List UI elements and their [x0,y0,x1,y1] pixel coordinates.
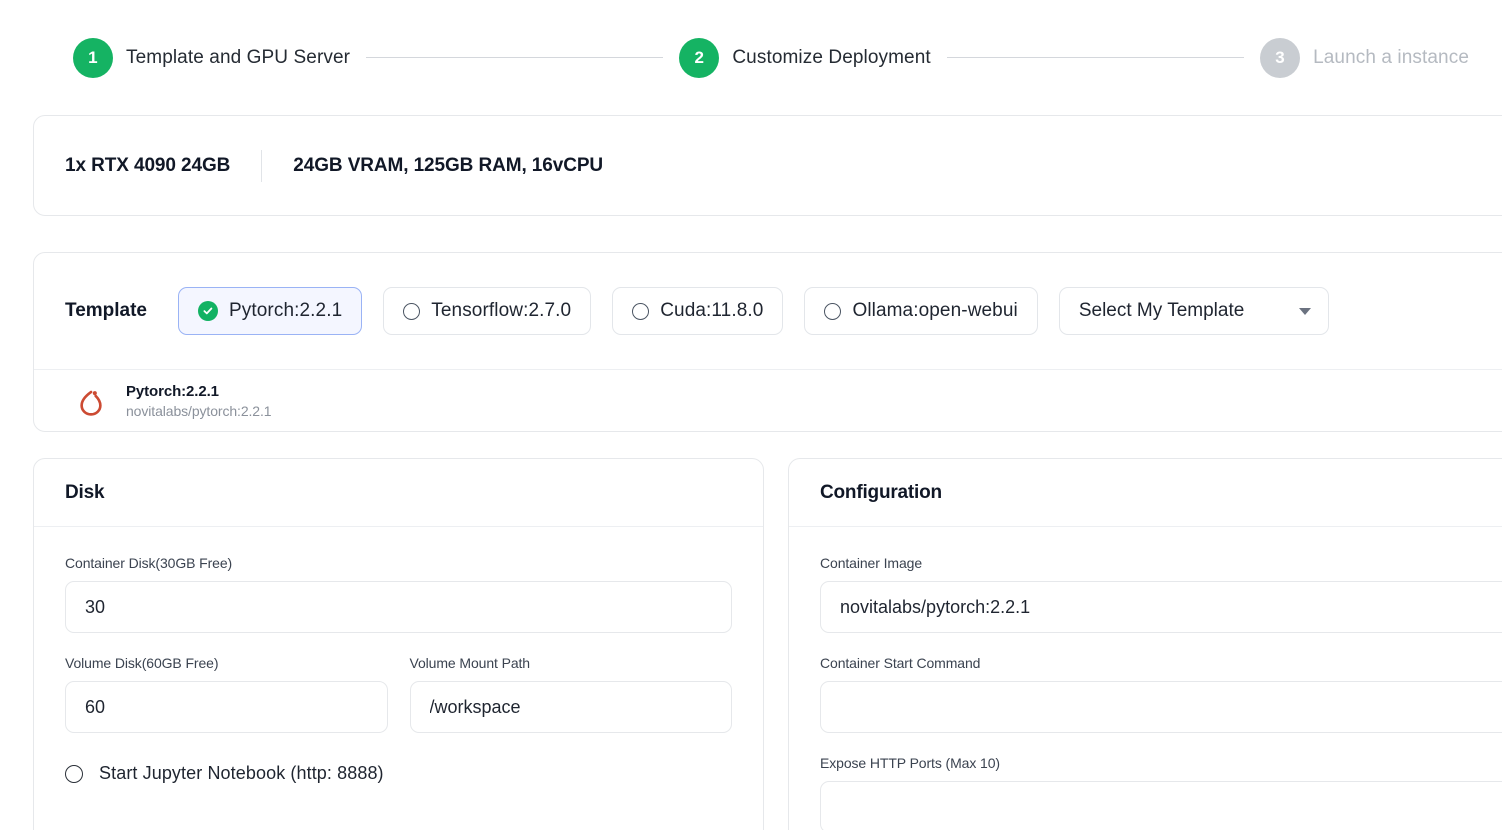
template-option-ollama-label: Ollama:open-webui [852,300,1018,321]
template-option-pytorch[interactable]: Pytorch:2.2.1 [178,287,363,335]
expose-http-ports-input[interactable] [820,781,1502,830]
container-start-command-input[interactable] [820,681,1502,733]
template-option-ollama[interactable]: Ollama:open-webui [804,287,1038,335]
deployment-wizard-page: 1 Template and GPU Server 2 Customize De… [0,0,1502,830]
configuration-panel-header: Configuration [789,459,1502,527]
volume-mount-path-input[interactable] [409,681,732,733]
volume-disk-label: Volume Disk(60GB Free) [65,655,219,671]
container-disk-input[interactable] [65,581,732,633]
step-3-label: Launch a instance [1313,46,1469,68]
container-disk-field: Container Disk(30GB Free) [65,555,732,633]
configuration-panel-body: Container Image Container Start Command … [789,527,1502,830]
disk-panel-header: Disk [34,459,763,527]
volume-mount-path-label: Volume Mount Path [409,655,531,671]
start-jupyter-notebook-label: Start Jupyter Notebook (http: 8888) [99,763,384,783]
radio-unselected-icon [632,302,650,320]
radio-unselected-icon [403,302,421,320]
step-1-badge: 1 [73,37,113,78]
step-connector-2 [946,57,1245,58]
template-section-label: Template [65,300,148,321]
template-option-cuda-label: Cuda:11.8.0 [660,300,764,321]
container-image-label: Container Image [820,555,923,571]
template-option-pytorch-label: Pytorch:2.2.1 [229,300,343,321]
step-1-template-and-gpu-server[interactable]: 1 Template and GPU Server [73,37,351,78]
disk-panel: Disk Container Disk(30GB Free) Volume Di… [33,458,764,830]
step-2-badge: 2 [679,37,720,78]
volume-fields-row: Volume Disk(60GB Free) Volume Mount Path [65,655,732,755]
step-2-customize-deployment[interactable]: 2 Customize Deployment [679,37,931,78]
select-my-template-dropdown[interactable]: Select My Template [1058,287,1329,335]
container-start-command-field: Container Start Command [820,655,1502,733]
template-detail-row: Pytorch:2.2.1 novitalabs/pytorch:2.2.1 [34,369,1502,431]
disk-panel-body: Container Disk(30GB Free) Volume Disk(60… [34,527,763,784]
template-card: Template Pytorch:2.2.1 Tensorflow:2.7.0 … [33,252,1502,432]
volume-mount-path-field: Volume Mount Path [409,655,732,733]
select-my-template-label: Select My Template [1078,300,1245,321]
radio-unselected-icon [65,764,83,783]
chevron-down-icon [1298,307,1311,315]
container-image-field: Container Image [820,555,1502,633]
wizard-stepper: 1 Template and GPU Server 2 Customize De… [0,0,1502,115]
step-1-label: Template and GPU Server [126,46,351,68]
configuration-panel: Configuration Container Image Container … [788,458,1502,830]
gpu-divider [261,149,263,182]
step-3-launch-a-instance[interactable]: 3 Launch a instance [1260,37,1469,78]
container-start-command-label: Container Start Command [820,655,981,671]
gpu-specs: 24GB VRAM, 125GB RAM, 16vCPU [293,154,604,176]
gpu-summary-card: 1x RTX 4090 24GB 24GB VRAM, 125GB RAM, 1… [33,115,1502,216]
template-option-tensorflow[interactable]: Tensorflow:2.7.0 [383,287,592,335]
step-connector-1 [366,57,664,58]
configuration-panel-title: Configuration [820,481,942,503]
check-circle-icon [198,301,219,321]
expose-http-ports-label: Expose HTTP Ports (Max 10) [820,755,1000,771]
template-detail-text: Pytorch:2.2.1 novitalabs/pytorch:2.2.1 [126,383,272,419]
step-2-label: Customize Deployment [732,46,931,68]
template-option-tensorflow-label: Tensorflow:2.7.0 [431,300,572,321]
start-jupyter-notebook-checkbox[interactable]: Start Jupyter Notebook (http: 8888) [65,763,732,784]
container-image-input[interactable] [820,581,1502,633]
step-3-badge: 3 [1260,37,1301,78]
radio-unselected-icon [824,302,842,320]
template-option-cuda[interactable]: Cuda:11.8.0 [612,287,784,335]
disk-panel-title: Disk [65,481,105,503]
expose-http-ports-field: Expose HTTP Ports (Max 10) [820,755,1502,830]
template-detail-name: Pytorch:2.2.1 [126,383,219,400]
template-detail-image: novitalabs/pytorch:2.2.1 [126,403,272,419]
volume-disk-field: Volume Disk(60GB Free) [65,655,388,733]
gpu-name: 1x RTX 4090 24GB [65,154,231,176]
container-disk-label: Container Disk(30GB Free) [65,555,233,571]
template-option-row: Template Pytorch:2.2.1 Tensorflow:2.7.0 … [34,253,1502,369]
pytorch-logo-icon [80,390,102,416]
volume-disk-input[interactable] [65,681,388,733]
